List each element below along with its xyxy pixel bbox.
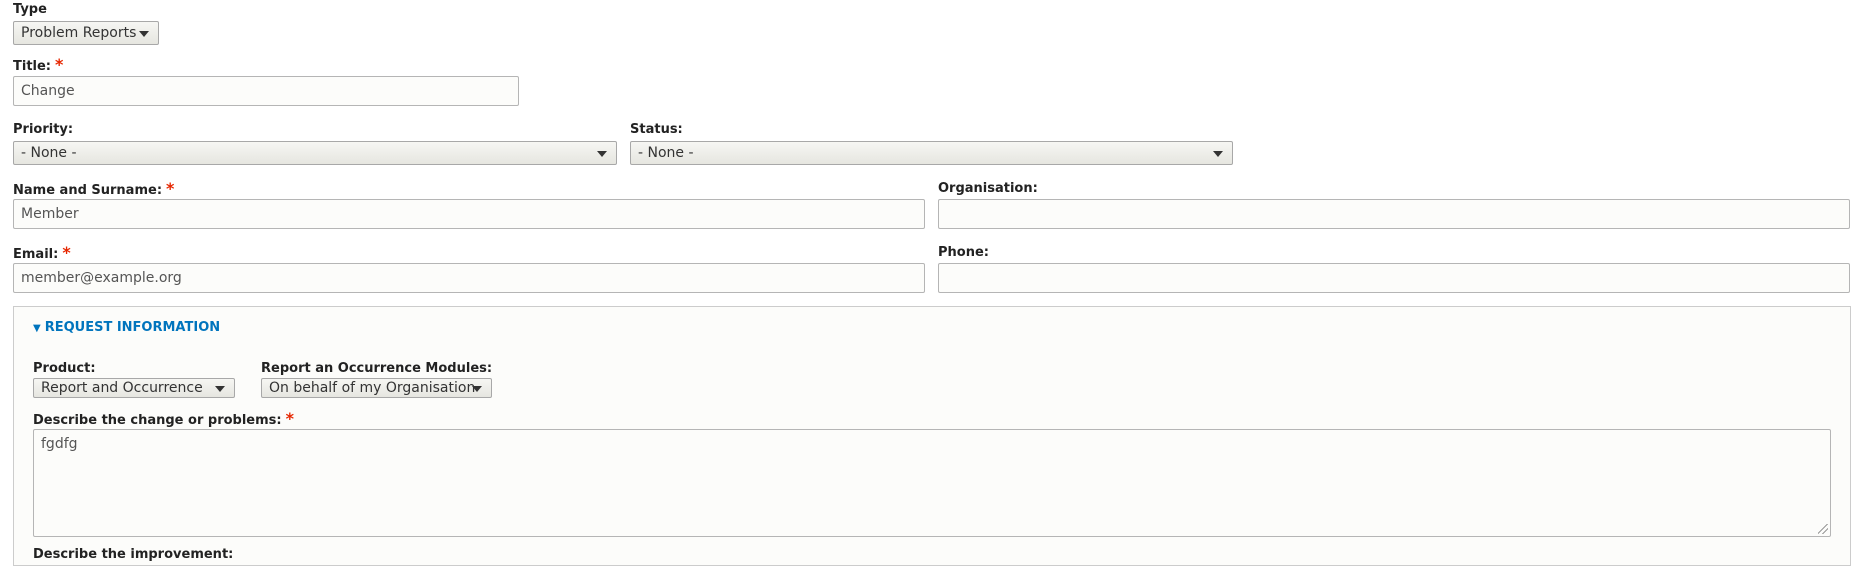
priority-label: Priority: <box>13 122 74 137</box>
required-marker: * <box>166 179 175 198</box>
required-marker: * <box>62 243 71 262</box>
status-label: Status: <box>630 122 683 137</box>
product-select[interactable]: Report and Occurrence <box>33 378 235 398</box>
triangle-down-icon: ▼ <box>33 323 41 334</box>
type-select-value: Problem Reports <box>21 25 137 41</box>
type-label: Type <box>13 2 47 17</box>
required-marker: * <box>285 409 294 428</box>
chevron-down-icon <box>472 386 482 392</box>
type-select[interactable]: Problem Reports <box>13 21 159 45</box>
status-select-value: - None - <box>638 145 694 161</box>
product-select-value: Report and Occurrence <box>41 380 203 396</box>
modules-select-value: On behalf of my Organisation <box>269 380 476 396</box>
email-label: Email: * <box>13 243 71 263</box>
chevron-down-icon <box>139 31 149 37</box>
name-label: Name and Surname: * <box>13 179 175 199</box>
chevron-down-icon <box>215 386 225 392</box>
name-label-text: Name and Surname: <box>13 183 163 198</box>
name-input[interactable]: Member <box>13 199 925 229</box>
status-select[interactable]: - None - <box>630 141 1233 165</box>
product-label: Product: <box>33 361 96 376</box>
priority-select[interactable]: - None - <box>13 141 617 165</box>
chevron-down-icon <box>597 151 607 157</box>
chevron-down-icon <box>1213 151 1223 157</box>
organisation-input[interactable] <box>938 199 1850 229</box>
request-information-legend-text: REQUEST INFORMATION <box>44 320 221 335</box>
priority-select-value: - None - <box>21 145 77 161</box>
describe-label: Describe the change or problems: * <box>33 409 294 429</box>
modules-label: Report an Occurrence Modules: <box>261 361 493 376</box>
organisation-label: Organisation: <box>938 181 1038 196</box>
request-information-legend[interactable]: ▼ REQUEST INFORMATION <box>33 320 220 335</box>
email-label-text: Email: <box>13 247 59 262</box>
title-label-text: Title: <box>13 59 52 74</box>
describe-textarea-value: fgdfg <box>41 436 78 452</box>
phone-input[interactable] <box>938 263 1850 293</box>
describe-label-text: Describe the change or problems: <box>33 413 282 428</box>
modules-select[interactable]: On behalf of my Organisation <box>261 378 492 398</box>
title-input[interactable]: Change <box>13 76 519 106</box>
resize-grip-icon[interactable] <box>1818 524 1828 534</box>
phone-label: Phone: <box>938 245 989 260</box>
email-input[interactable]: member@example.org <box>13 263 925 293</box>
title-label: Title: * <box>13 55 64 75</box>
describe-textarea[interactable]: fgdfg <box>33 429 1831 537</box>
required-marker: * <box>55 55 64 74</box>
